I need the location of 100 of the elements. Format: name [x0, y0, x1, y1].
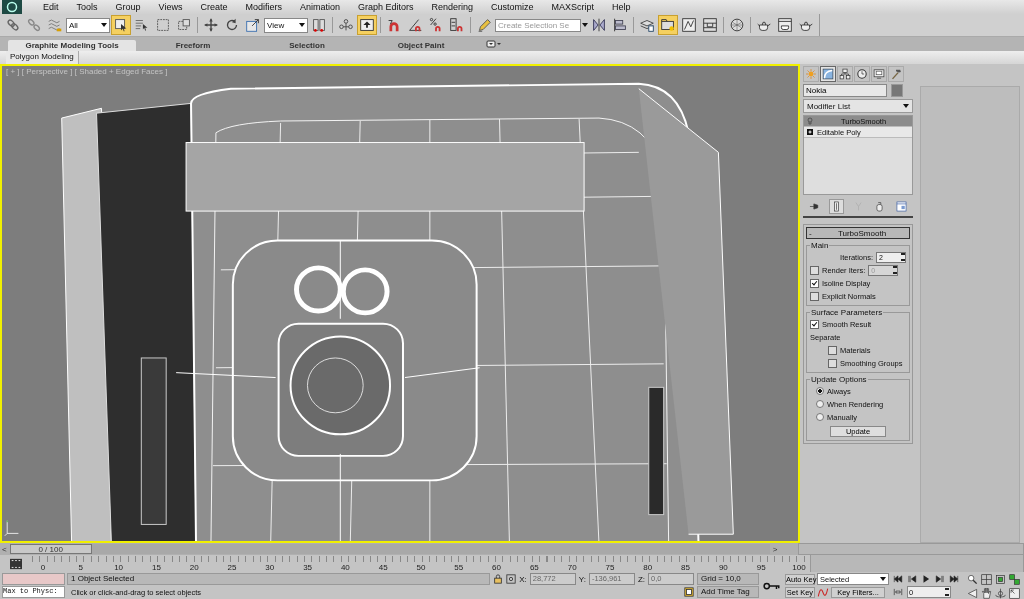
- checkbox[interactable]: [828, 358, 837, 368]
- hammer-icon[interactable]: [888, 66, 904, 82]
- menu-item[interactable]: Graph Editors: [348, 2, 423, 12]
- radio-button[interactable]: [816, 387, 824, 395]
- frame-number: 65: [528, 562, 540, 572]
- menu-item[interactable]: Customize: [482, 2, 543, 12]
- zoom-icon[interactable]: [967, 574, 978, 585]
- next-frame-icon[interactable]: [935, 574, 945, 584]
- last-icon[interactable]: [949, 574, 959, 584]
- frame-number: 20: [188, 562, 200, 572]
- previous-frame-button[interactable]: <: [2, 544, 7, 554]
- curve-icon[interactable]: [817, 586, 829, 598]
- timeline-ruler[interactable]: 0 5 10 15 20 25 30 35 40 45 50 55 60 65 70 75 80 85 90 95 100: [32, 555, 806, 572]
- menu-item[interactable]: Animation: [290, 2, 349, 12]
- crosshair-icon[interactable]: [506, 574, 517, 584]
- time-tag-icon[interactable]: [684, 587, 694, 597]
- frame-number: 80: [642, 562, 654, 572]
- frame-number: 0: [39, 562, 47, 572]
- prev-frame-icon[interactable]: [907, 574, 917, 584]
- frame-number: 5: [77, 562, 84, 572]
- frame-number: 90: [717, 562, 729, 572]
- table-icon[interactable]: [700, 15, 720, 35]
- pan-icon[interactable]: [981, 587, 992, 599]
- rollout-header[interactable]: - TurboSmooth: [806, 227, 910, 239]
- graph-icon[interactable]: [679, 15, 699, 35]
- menu-item[interactable]: MAXScript: [542, 2, 604, 12]
- next-frame-button[interactable]: >: [772, 544, 778, 554]
- checkbox[interactable]: [810, 278, 819, 288]
- field-of-view-icon[interactable]: [967, 587, 978, 599]
- checkbox[interactable]: [828, 345, 837, 355]
- app-logo-icon[interactable]: [0, 0, 24, 14]
- frame-number: 35: [302, 562, 314, 572]
- first-icon[interactable]: [893, 574, 903, 584]
- ribbon-panel-tab[interactable]: Polygon Modeling: [6, 51, 79, 64]
- radio-button[interactable]: [816, 413, 824, 421]
- object-color-swatch[interactable]: [891, 84, 903, 97]
- menu-item[interactable]: Edit: [34, 2, 68, 12]
- selection-set-field[interactable]: Create Selection Se: [495, 18, 581, 32]
- extents-all-icon[interactable]: [1009, 574, 1020, 585]
- modifier-list-dropdown[interactable]: Modifier List: [803, 99, 913, 113]
- zoom-all-icon[interactable]: [981, 574, 992, 585]
- checkbox[interactable]: [810, 291, 819, 301]
- plus-square-icon[interactable]: [806, 128, 814, 136]
- frame-number: 60: [491, 562, 502, 572]
- ribbon-tab[interactable]: Graphite Modeling Tools: [8, 40, 136, 51]
- menu-item[interactable]: Views: [149, 2, 192, 12]
- radio-button[interactable]: [816, 400, 824, 408]
- extents-icon[interactable]: [995, 574, 1006, 585]
- frame-number: 50: [415, 562, 427, 572]
- curve-icon[interactable]: [820, 66, 836, 82]
- monitor-icon[interactable]: [871, 66, 887, 82]
- checkbox[interactable]: [810, 265, 819, 275]
- dropdown[interactable]: All: [66, 17, 110, 33]
- status-text: 1 Object Selected: [67, 573, 491, 585]
- time-slider-thumb[interactable]: 0 / 100: [9, 544, 92, 554]
- hierarchy-icon[interactable]: [837, 66, 853, 82]
- ribbon-tab[interactable]: Freeform: [136, 40, 250, 51]
- frame-number: 15: [150, 562, 162, 572]
- orbit-icon[interactable]: [995, 587, 1006, 599]
- maximize-icon[interactable]: [1009, 587, 1020, 599]
- frame-number: 95: [755, 562, 767, 572]
- menu-item[interactable]: Tools: [67, 2, 107, 12]
- group-title: Update Options: [810, 375, 868, 384]
- key-icon[interactable]: [763, 580, 781, 591]
- dropdown[interactable]: View: [264, 17, 308, 33]
- group-title: Main: [810, 241, 830, 250]
- filmstrip-icon[interactable]: [9, 557, 23, 570]
- lock-icon[interactable]: [493, 574, 504, 584]
- key-mode-toggle-icon[interactable]: [893, 587, 903, 597]
- grid-size-text: Grid = 10,0: [697, 573, 759, 585]
- frame-number: 55: [453, 562, 465, 572]
- menu-item[interactable]: Rendering: [422, 2, 483, 12]
- menu-item[interactable]: Create: [191, 2, 237, 12]
- folder-icon[interactable]: [658, 15, 678, 35]
- arrow-box-icon[interactable]: [357, 15, 377, 35]
- configure-icon[interactable]: [894, 199, 909, 214]
- add-time-tag-button[interactable]: Add Time Tag: [697, 586, 759, 598]
- frame-number: 70: [566, 562, 578, 572]
- coordinate-label: Z:: [637, 574, 645, 584]
- ribbon-options-icon[interactable]: [486, 40, 502, 48]
- bar-icon[interactable]: [828, 199, 844, 214]
- menu-item[interactable]: Modifiers: [236, 2, 291, 12]
- frame-number: 25: [226, 562, 238, 572]
- ribbon-tab[interactable]: Object Paint: [364, 40, 478, 51]
- frame-number: 85: [680, 562, 691, 572]
- cursor-square-icon[interactable]: [111, 15, 131, 35]
- window-teapot-icon[interactable]: [775, 15, 795, 35]
- time-slider-track[interactable]: 0 / 100: [9, 544, 770, 554]
- menu-item[interactable]: Help: [603, 2, 640, 12]
- checkbox[interactable]: [810, 319, 819, 329]
- menu-item[interactable]: Group: [106, 2, 150, 12]
- frame-number: 10: [113, 562, 125, 572]
- frame-number: 40: [339, 562, 351, 572]
- ribbon-tab[interactable]: Selection: [250, 40, 364, 51]
- frame-number: 75: [604, 562, 616, 572]
- frame-number: 100: [791, 562, 806, 572]
- listener-input-field[interactable]: [2, 573, 65, 585]
- object-name-field[interactable]: Nokia: [803, 84, 887, 97]
- dropdown-arrow-icon[interactable]: [582, 23, 588, 27]
- clock-icon[interactable]: [854, 66, 870, 82]
